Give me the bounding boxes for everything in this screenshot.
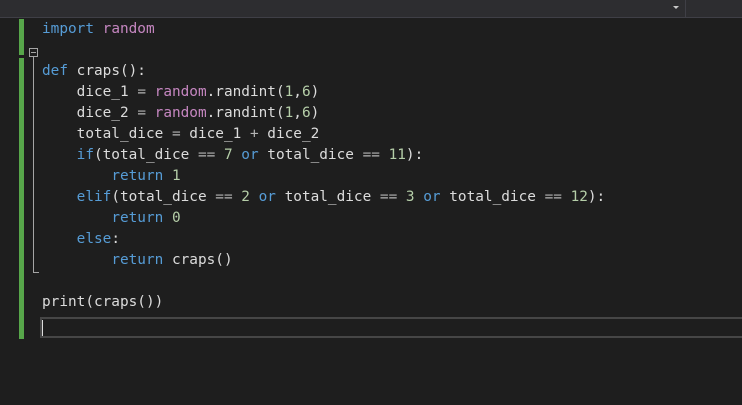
code-token: : [111, 231, 120, 247]
code-token: import [42, 21, 94, 37]
code-token: 0 [171, 210, 181, 226]
code-token: return [111, 210, 164, 226]
code-token: else [76, 231, 112, 247]
code-token: return [111, 168, 164, 184]
code-token: (total_dice [93, 147, 198, 163]
code-token: ) [310, 105, 320, 121]
code-token: == [197, 147, 216, 163]
current-line-highlight [40, 317, 742, 338]
code-token: total_dice [440, 189, 545, 205]
code-token: .randint( [206, 84, 285, 100]
code-token: craps() [163, 252, 233, 268]
code-token: ): [405, 147, 424, 163]
code-token: 2 [241, 189, 250, 205]
code-token: 1 [284, 105, 294, 121]
code-line[interactable]: return 0 [42, 208, 181, 229]
code-line[interactable]: import random [42, 19, 155, 40]
change-indicator [19, 19, 24, 55]
code-token: 12 [570, 189, 588, 205]
code-token: 6 [301, 84, 311, 100]
secondary-dropdown[interactable] [688, 0, 742, 17]
code-line[interactable]: if(total_dice == 7 or total_dice == 11): [42, 145, 424, 166]
code-token: total_dice [275, 189, 380, 205]
code-token: def [42, 63, 68, 79]
code-token: or [241, 147, 259, 163]
code-line[interactable]: total_dice = dice_1 + dice_2 [42, 124, 320, 145]
member-dropdown[interactable] [0, 0, 686, 17]
code-token: == [215, 189, 233, 205]
code-token: == [544, 189, 562, 205]
code-token: == [362, 147, 380, 163]
navigation-bar [0, 0, 742, 18]
collapse-minus-icon[interactable] [29, 48, 38, 57]
code-line[interactable]: dice_1 = random.randint(1,6) [42, 82, 320, 103]
code-token: (total_dice [111, 189, 216, 205]
code-token: return [111, 252, 164, 268]
code-token: elif [76, 189, 112, 205]
code-token: if [76, 147, 94, 163]
code-token: .randint( [206, 105, 285, 121]
code-token: random [102, 21, 155, 37]
fold-guide-end [33, 272, 39, 273]
code-token: dice_2 [258, 126, 320, 142]
code-token: total_dice [42, 126, 172, 142]
code-token: + [249, 126, 259, 142]
code-token: , [293, 105, 302, 121]
code-token: or [258, 189, 276, 205]
code-token: ) [310, 84, 320, 100]
code-token: dice_1 [42, 84, 138, 100]
code-token: = [137, 84, 146, 100]
code-line[interactable]: print(craps()) [42, 292, 163, 313]
chevron-down-icon[interactable] [673, 6, 679, 9]
code-token: random [154, 105, 207, 121]
code-token: print(craps()) [42, 294, 164, 310]
code-token: = [171, 126, 181, 142]
fold-guide [33, 57, 34, 273]
code-token: , [293, 84, 302, 100]
code-token: 1 [284, 84, 294, 100]
code-token: 1 [171, 168, 181, 184]
change-indicator [19, 292, 24, 339]
code-token: ): [587, 189, 606, 205]
code-line[interactable]: else: [42, 229, 120, 250]
code-line[interactable]: elif(total_dice == 2 or total_dice == 3 … [42, 187, 606, 208]
code-token: dice_1 [180, 126, 250, 142]
code-token: dice_2 [42, 105, 138, 121]
code-token: random [154, 84, 207, 100]
change-indicator [19, 58, 24, 298]
code-token: = [137, 105, 146, 121]
code-line[interactable]: return craps() [42, 250, 233, 271]
code-token: 6 [301, 105, 311, 121]
code-line[interactable]: dice_2 = random.randint(1,6) [42, 103, 320, 124]
code-line[interactable]: return 1 [42, 166, 181, 187]
code-line[interactable]: def craps(): [42, 61, 146, 82]
code-token: == [379, 189, 398, 205]
text-caret [42, 320, 43, 336]
code-token: total_dice [258, 147, 363, 163]
code-token: 7 [223, 147, 233, 163]
code-token: 3 [405, 189, 415, 205]
code-token: or [423, 189, 441, 205]
code-token: craps(): [68, 63, 146, 79]
code-token: 11 [388, 147, 406, 163]
